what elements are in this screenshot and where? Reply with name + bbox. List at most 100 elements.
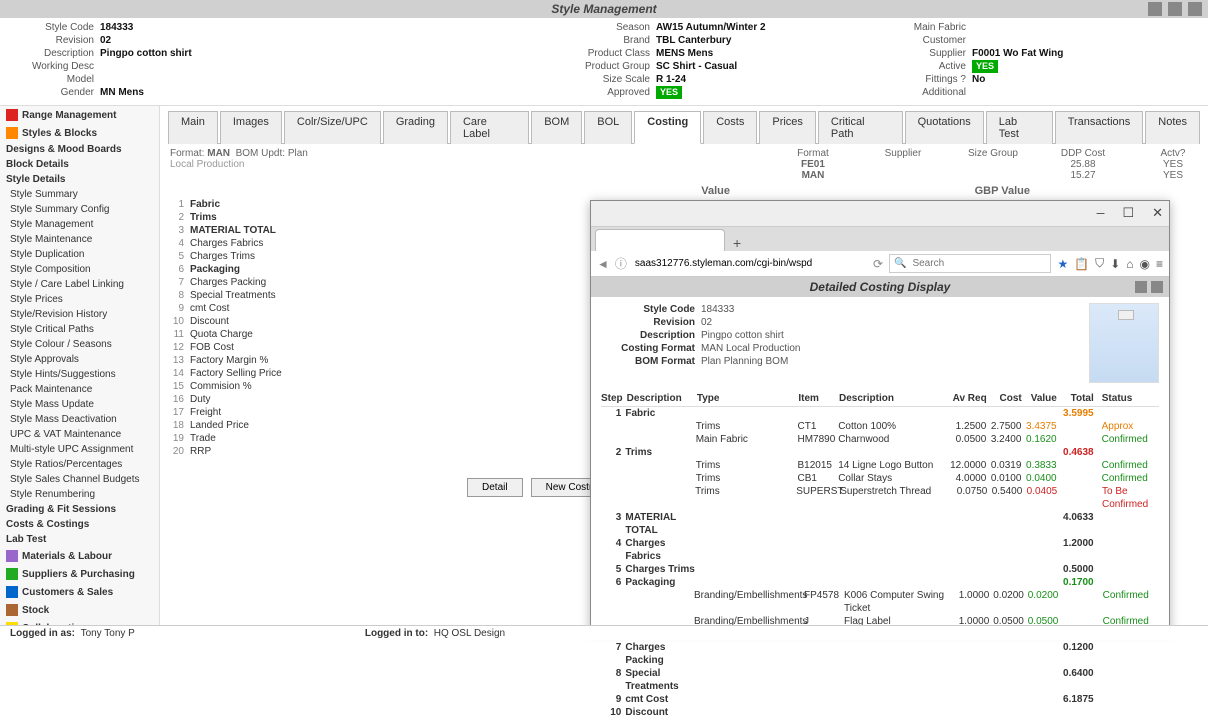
tab-criticalpath[interactable]: Critical Path: [818, 111, 903, 144]
sidebar-item[interactable]: Style Maintenance: [0, 232, 159, 247]
detail-row: Branding/EmbellishmentsFP4578K006 Comput…: [601, 589, 1159, 615]
menu-icon[interactable]: ≡: [1156, 257, 1163, 271]
sidebar-item[interactable]: UPC & VAT Maintenance: [0, 427, 159, 442]
tab-notes[interactable]: Notes: [1145, 111, 1200, 144]
minimize-icon[interactable]: —: [1097, 206, 1105, 221]
page-info-icon[interactable]: [1151, 281, 1163, 293]
nav-materials[interactable]: Materials & Labour: [0, 547, 159, 565]
sidebar-item[interactable]: Pack Maintenance: [0, 382, 159, 397]
detail-row: 10Discount: [601, 706, 1159, 719]
tab-costing[interactable]: Costing: [634, 111, 701, 144]
browser-urlbar: ◄ ⓘ ⟳ 🔍 ★ 📋 ⛉ ⬇ ⌂ ◉ ≡: [591, 251, 1169, 277]
sidebar-item[interactable]: Style Prices: [0, 292, 159, 307]
tab-bol[interactable]: BOL: [584, 111, 632, 144]
home-icon[interactable]: ⌂: [1126, 257, 1133, 271]
detail-row: TrimsSUPERSTSuperstretch Thread0.07500.5…: [601, 485, 1159, 511]
format-value: MAN: [207, 148, 230, 159]
tab-labtest[interactable]: Lab Test: [986, 111, 1053, 144]
status-bar: Logged in as: Tony Tony P Logged in to: …: [0, 625, 1208, 640]
sidebar-item[interactable]: Style Management: [0, 217, 159, 232]
clipboard-icon[interactable]: 📋: [1074, 257, 1089, 271]
browser-search-input[interactable]: [910, 256, 1046, 271]
logged-user: Tony Tony P: [81, 628, 135, 639]
detail-row: 5Charges Trims0.5000: [601, 563, 1159, 576]
detail-button[interactable]: Detail: [467, 478, 523, 497]
detail-row: 6Packaging0.1700: [601, 576, 1159, 589]
search-icon[interactable]: [1148, 2, 1162, 16]
sidebar-item[interactable]: Style Approvals: [0, 352, 159, 367]
sidebar-item[interactable]: Style Colour / Seasons: [0, 337, 159, 352]
header-info: Style Code184333 Revision02 DescriptionP…: [0, 18, 1208, 106]
active-badge: YES: [972, 60, 998, 73]
tab-quotations[interactable]: Quotations: [905, 111, 984, 144]
nav-grading[interactable]: Grading & Fit Sessions: [0, 502, 159, 517]
sidebar-item[interactable]: Style Critical Paths: [0, 322, 159, 337]
close-icon[interactable]: ✕: [1152, 206, 1163, 221]
nav-block[interactable]: Block Details: [0, 157, 159, 172]
approved-badge: YES: [656, 86, 682, 99]
sidebar-item[interactable]: Style Ratios/Percentages: [0, 457, 159, 472]
tab-colrsizeupc[interactable]: Colr/Size/UPC: [284, 111, 381, 144]
nav-designs[interactable]: Designs & Mood Boards: [0, 142, 159, 157]
url-input[interactable]: [633, 256, 867, 271]
nav-labtest[interactable]: Lab Test: [0, 532, 159, 547]
tab-prices[interactable]: Prices: [759, 111, 816, 144]
nav-suppliers[interactable]: Suppliers & Purchasing: [0, 565, 159, 583]
sidebar-item[interactable]: Style Mass Deactivation: [0, 412, 159, 427]
detail-row: 8Special Treatments0.6400: [601, 667, 1159, 693]
sidebar-item[interactable]: Style Composition: [0, 262, 159, 277]
sidebar-item[interactable]: Style Hints/Suggestions: [0, 367, 159, 382]
sidebar-item[interactable]: Style Summary: [0, 187, 159, 202]
tab-grading[interactable]: Grading: [383, 111, 448, 144]
nav-range[interactable]: Range Management: [0, 106, 159, 124]
detail-row: TrimsCT1Cotton 100%1.25002.75003.4375App…: [601, 420, 1159, 433]
sidebar-item[interactable]: Multi-style UPC Assignment: [0, 442, 159, 457]
app-titlebar: Style Management: [0, 0, 1208, 18]
sync-icon[interactable]: ◉: [1140, 257, 1150, 271]
tab-costs[interactable]: Costs: [703, 111, 757, 144]
sidebar-item[interactable]: Style / Care Label Linking: [0, 277, 159, 292]
help-icon[interactable]: [1168, 2, 1182, 16]
maximize-icon[interactable]: ☐: [1122, 206, 1134, 221]
new-tab-icon[interactable]: +: [725, 235, 749, 251]
sidebar-item[interactable]: Style Summary Config: [0, 202, 159, 217]
page-search-icon[interactable]: [1135, 281, 1147, 293]
shield-icon[interactable]: ⛉: [1095, 256, 1104, 271]
nav-customers[interactable]: Customers & Sales: [0, 583, 159, 601]
format-label: Format:: [170, 148, 204, 159]
detail-row: 9cmt Cost6.1875: [601, 693, 1159, 706]
nav-styles[interactable]: Styles & Blocks: [0, 124, 159, 142]
tab-main[interactable]: Main: [168, 111, 218, 144]
style-code-value: 184333: [100, 21, 133, 34]
detail-row: 4Charges Fabrics1.2000: [601, 537, 1159, 563]
tab-carelabel[interactable]: Care Label: [450, 111, 529, 144]
globe-icon: ⓘ: [615, 255, 627, 272]
browser-window: — ☐ ✕ + ◄ ⓘ ⟳ 🔍 ★ 📋 ⛉ ⬇ ⌂ ◉ ≡ Detailed C…: [590, 200, 1170, 630]
star-icon[interactable]: ★: [1057, 257, 1068, 271]
sidebar-item[interactable]: Style Renumbering: [0, 487, 159, 502]
tab-images[interactable]: Images: [220, 111, 282, 144]
detail-row: Main FabricHM7890Charnwood0.05003.24000.…: [601, 433, 1159, 446]
nav-stock[interactable]: Stock: [0, 601, 159, 619]
nav-costs[interactable]: Costs & Costings: [0, 517, 159, 532]
sidebar-item[interactable]: Style Sales Channel Budgets: [0, 472, 159, 487]
detail-row: 3MATERIAL TOTAL4.0633: [601, 511, 1159, 537]
stock-icon: [6, 604, 18, 616]
style-code-label: Style Code: [10, 21, 100, 34]
download-icon[interactable]: ⬇: [1110, 257, 1120, 271]
back-icon[interactable]: ◄: [597, 257, 609, 271]
tab-transactions[interactable]: Transactions: [1055, 111, 1144, 144]
styles-icon: [6, 127, 18, 139]
search-icon: 🔍: [894, 258, 906, 269]
reload-icon[interactable]: ⟳: [873, 257, 883, 271]
browser-page-title: Detailed Costing Display: [591, 277, 1169, 297]
info-icon[interactable]: [1188, 2, 1202, 16]
detail-row: TrimsB1201514 Ligne Logo Button12.00000.…: [601, 459, 1159, 472]
sidebar-item[interactable]: Style Mass Update: [0, 397, 159, 412]
tab-bom[interactable]: BOM: [531, 111, 582, 144]
nav-style-details[interactable]: Style Details: [0, 172, 159, 187]
browser-tab[interactable]: [595, 229, 725, 251]
sidebar-item[interactable]: Style/Revision History: [0, 307, 159, 322]
detail-row: 1Fabric3.5995: [601, 407, 1159, 420]
sidebar-item[interactable]: Style Duplication: [0, 247, 159, 262]
